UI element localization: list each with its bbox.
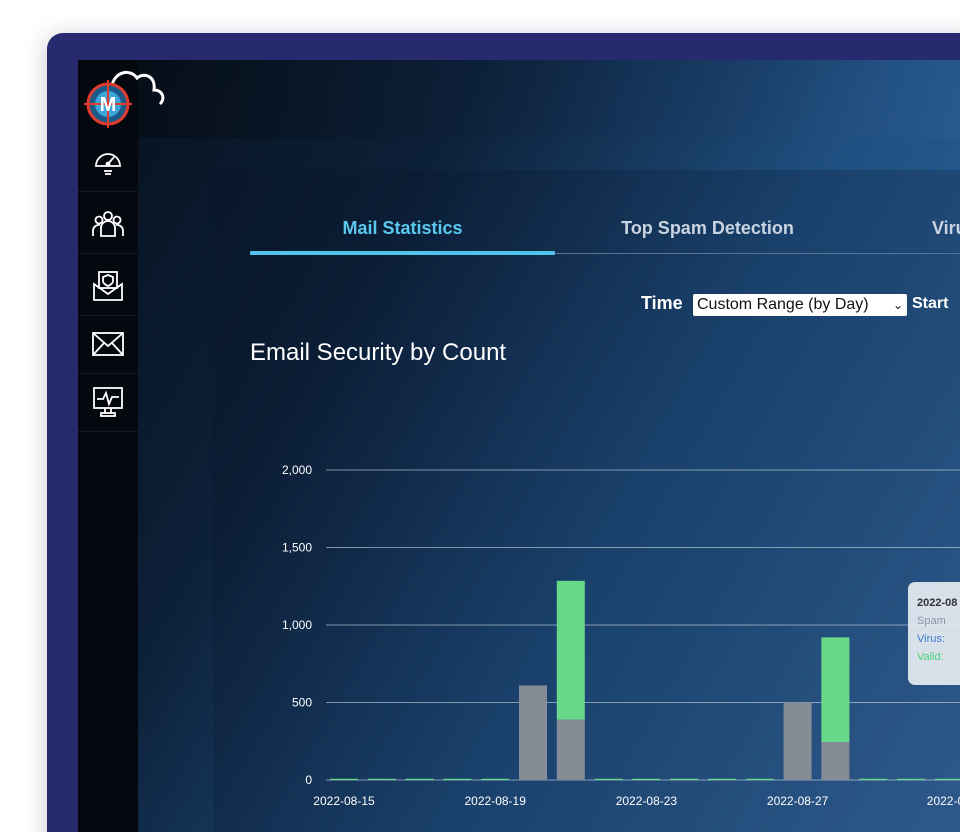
tab-label: Viru xyxy=(932,218,960,238)
time-range-value: Custom Range (by Day) xyxy=(697,296,869,313)
time-filter-label: Time xyxy=(641,293,683,313)
content-overlay: Mail Statistics Top Spam Detection Viru … xyxy=(78,60,960,832)
tab-label: Top Spam Detection xyxy=(621,218,794,238)
tab-top-spam-detection[interactable]: Top Spam Detection xyxy=(555,215,860,255)
start-date-label: Start xyxy=(912,295,949,312)
tab-label: Mail Statistics xyxy=(342,218,463,238)
active-tab-indicator xyxy=(250,251,555,255)
tab-virus[interactable]: Viru xyxy=(860,215,960,255)
chevron-down-icon: ⌄ xyxy=(892,298,903,312)
tab-mail-statistics[interactable]: Mail Statistics xyxy=(250,215,555,255)
chart-title: Email Security by Count xyxy=(250,339,507,366)
time-range-select[interactable]: Custom Range (by Day) ⌄ xyxy=(693,294,907,316)
